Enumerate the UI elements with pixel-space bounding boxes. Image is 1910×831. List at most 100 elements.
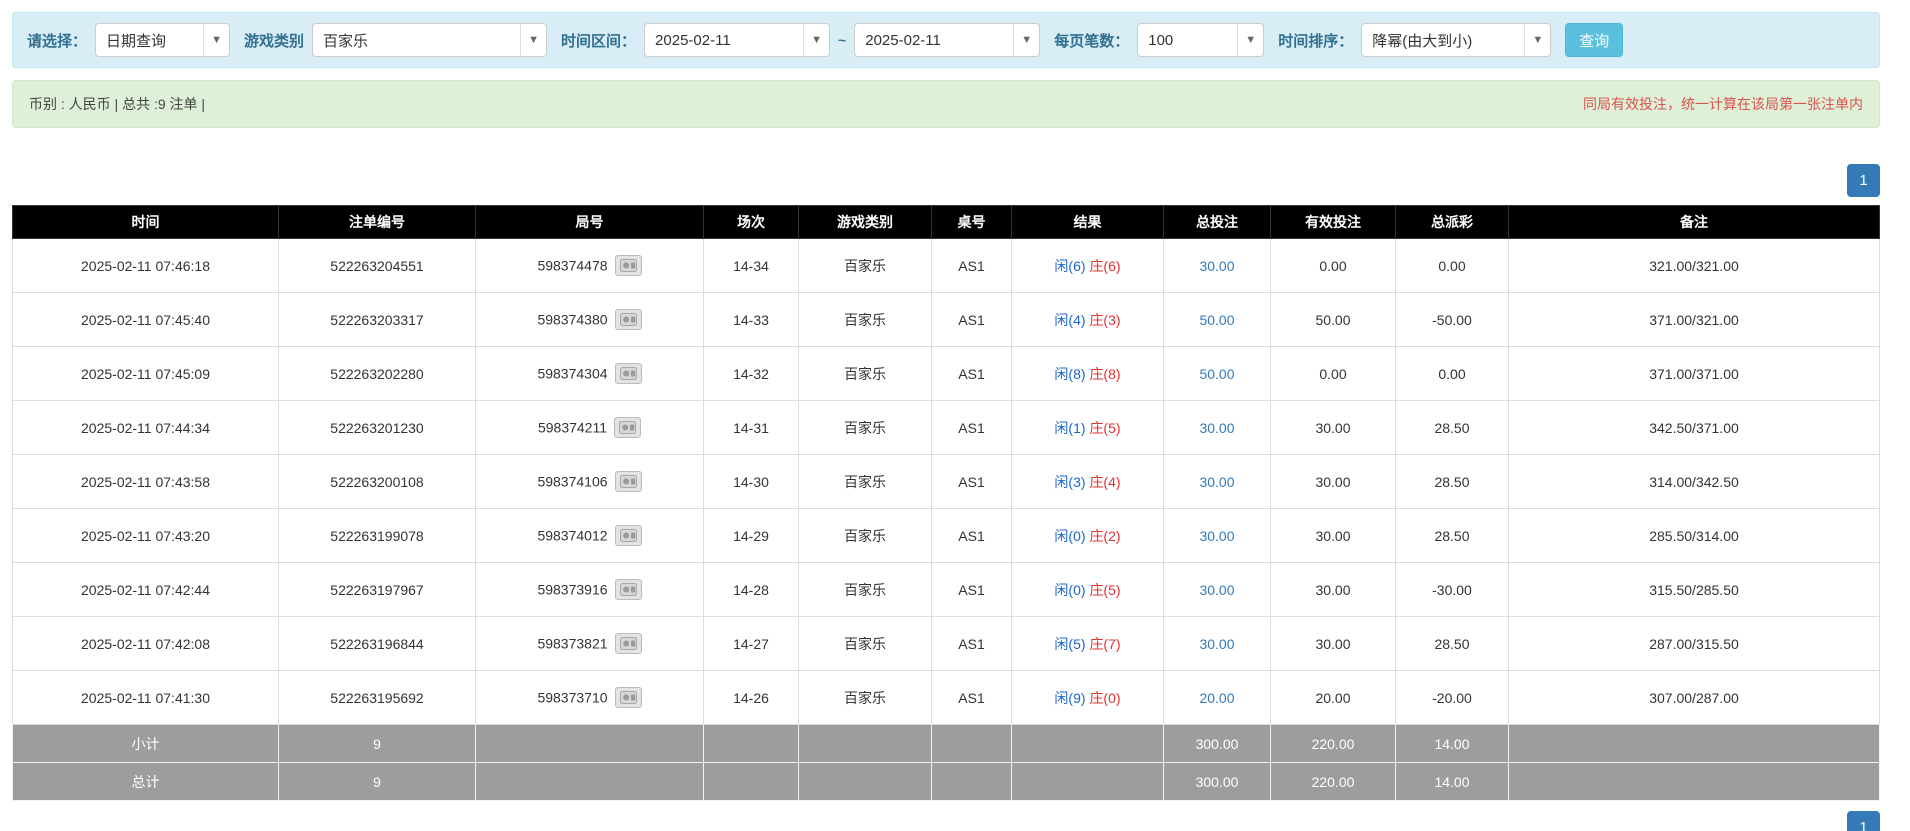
cell-result: 闲(0) 庄(2) bbox=[1011, 508, 1164, 563]
column-header: 备注 bbox=[1508, 205, 1880, 239]
cell-valid-bet: 0.00 bbox=[1270, 238, 1396, 293]
summary-total-bet: 300.00 bbox=[1163, 762, 1271, 801]
summary-empty-cell bbox=[931, 724, 1012, 763]
date-from-input[interactable]: 2025-02-11 ▼ bbox=[644, 23, 831, 57]
cell-round-id: 598374304 bbox=[475, 346, 704, 401]
time-range-group: 时间区间： 2025-02-11 ▼ ~ 2025-02-11 ▼ bbox=[561, 23, 1041, 57]
table-row: 2025-02-11 07:45:40 522263203317 598374380… bbox=[12, 292, 1880, 347]
table-body: 2025-02-11 07:46:18 522263204551 598374478… bbox=[12, 238, 1880, 801]
cell-session: 14-28 bbox=[703, 562, 799, 617]
page-size-label: 每页笔数： bbox=[1054, 32, 1130, 50]
result-banker: 庄(6) bbox=[1089, 257, 1121, 274]
video-replay-icon[interactable] bbox=[614, 525, 642, 546]
cell-session: 14-33 bbox=[703, 292, 799, 347]
game-type-select[interactable]: 百家乐 ▼ bbox=[312, 23, 548, 57]
total-bet-link[interactable]: 50.00 bbox=[1199, 366, 1234, 382]
cell-time: 2025-02-11 07:45:40 bbox=[12, 292, 279, 347]
summary-count: 9 bbox=[278, 724, 476, 763]
summary-row: 小计 9 300.00 220.00 14.00 bbox=[12, 724, 1880, 763]
cell-result: 闲(8) 庄(8) bbox=[1011, 346, 1164, 401]
summary-payout: 14.00 bbox=[1395, 762, 1509, 801]
date-range-separator: ~ bbox=[838, 32, 847, 48]
video-replay-icon[interactable] bbox=[614, 633, 642, 654]
total-bet-link[interactable]: 50.00 bbox=[1199, 312, 1234, 328]
total-bet-link[interactable]: 30.00 bbox=[1199, 474, 1234, 490]
video-replay-icon[interactable] bbox=[614, 687, 642, 708]
cell-session: 14-34 bbox=[703, 238, 799, 293]
cell-bet-id: 522263199078 bbox=[278, 508, 476, 563]
result-player: 闲(0) bbox=[1054, 581, 1086, 598]
game-type-value: 百家乐 bbox=[323, 32, 369, 50]
table-header-row: 时间 注单编号 局号 场次 游戏类别 桌号 结果 总投注 有效投注 总派彩 备注 bbox=[12, 205, 1880, 239]
cell-remark: 371.00/371.00 bbox=[1508, 346, 1880, 401]
cell-payout: -30.00 bbox=[1395, 562, 1509, 617]
cell-time: 2025-02-11 07:45:09 bbox=[12, 346, 279, 401]
cell-table-no: AS1 bbox=[931, 238, 1012, 293]
cell-table-no: AS1 bbox=[931, 508, 1012, 563]
cell-total-bet: 50.00 bbox=[1163, 346, 1271, 401]
cell-valid-bet: 30.00 bbox=[1270, 400, 1396, 455]
total-bet-link[interactable]: 30.00 bbox=[1199, 582, 1234, 598]
page-size-select[interactable]: 100 ▼ bbox=[1137, 23, 1265, 57]
cell-session: 14-29 bbox=[703, 508, 799, 563]
game-type-group: 游戏类别 百家乐 ▼ bbox=[244, 23, 548, 57]
chevron-down-icon: ▼ bbox=[203, 24, 229, 56]
notice-text: 同局有效投注，统一计算在该局第一张注单内 bbox=[1583, 96, 1863, 112]
summary-total-bet: 300.00 bbox=[1163, 724, 1271, 763]
video-replay-icon[interactable] bbox=[614, 309, 642, 330]
round-id-text: 598374478 bbox=[537, 257, 608, 274]
date-to-input[interactable]: 2025-02-11 ▼ bbox=[854, 23, 1041, 57]
cell-total-bet: 30.00 bbox=[1163, 400, 1271, 455]
summary-empty-cell bbox=[703, 762, 799, 801]
cell-valid-bet: 20.00 bbox=[1270, 670, 1396, 725]
column-header: 结果 bbox=[1011, 205, 1164, 239]
query-button[interactable]: 查询 bbox=[1565, 23, 1624, 57]
sort-order-select[interactable]: 降幂(由大到小) ▼ bbox=[1361, 23, 1552, 57]
cell-game-type: 百家乐 bbox=[798, 346, 932, 401]
cell-time: 2025-02-11 07:42:44 bbox=[12, 562, 279, 617]
summary-row: 总计 9 300.00 220.00 14.00 bbox=[12, 762, 1880, 801]
cell-result: 闲(0) 庄(5) bbox=[1011, 562, 1164, 617]
cell-valid-bet: 0.00 bbox=[1270, 346, 1396, 401]
cell-payout: 0.00 bbox=[1395, 238, 1509, 293]
result-banker: 庄(0) bbox=[1089, 689, 1121, 706]
total-bet-link[interactable]: 30.00 bbox=[1199, 420, 1234, 436]
column-header: 注单编号 bbox=[278, 205, 476, 239]
page-1-button[interactable]: 1 bbox=[1847, 811, 1880, 831]
total-bet-link[interactable]: 30.00 bbox=[1199, 258, 1234, 274]
video-replay-icon[interactable] bbox=[614, 255, 642, 276]
date-type-group: 请选择： 日期查询 ▼ bbox=[27, 23, 231, 57]
total-bet-link[interactable]: 30.00 bbox=[1199, 636, 1234, 652]
cell-total-bet: 20.00 bbox=[1163, 670, 1271, 725]
page-1-button[interactable]: 1 bbox=[1847, 164, 1880, 197]
game-type-label: 游戏类别 bbox=[244, 32, 305, 50]
video-replay-icon[interactable] bbox=[614, 579, 642, 600]
cell-payout: -50.00 bbox=[1395, 292, 1509, 347]
video-replay-icon[interactable] bbox=[614, 363, 642, 384]
table-row: 2025-02-11 07:46:18 522263204551 598374478… bbox=[12, 238, 1880, 293]
summary-label: 总计 bbox=[12, 762, 279, 801]
cell-bet-id: 522263203317 bbox=[278, 292, 476, 347]
cell-result: 闲(9) 庄(0) bbox=[1011, 670, 1164, 725]
chevron-down-icon: ▼ bbox=[1524, 24, 1550, 56]
cell-bet-id: 522263195692 bbox=[278, 670, 476, 725]
video-replay-icon[interactable] bbox=[614, 417, 642, 438]
cell-time: 2025-02-11 07:44:34 bbox=[12, 400, 279, 455]
result-banker: 庄(2) bbox=[1089, 527, 1121, 544]
total-bet-link[interactable]: 30.00 bbox=[1199, 528, 1234, 544]
result-player: 闲(1) bbox=[1054, 419, 1086, 436]
cell-payout: 28.50 bbox=[1395, 454, 1509, 509]
table-row: 2025-02-11 07:42:08 522263196844 598373821… bbox=[12, 616, 1880, 671]
cell-bet-id: 522263201230 bbox=[278, 400, 476, 455]
summary-empty-cell bbox=[1011, 724, 1164, 763]
cell-round-id: 598374012 bbox=[475, 508, 704, 563]
result-player: 闲(5) bbox=[1054, 635, 1086, 652]
result-player: 闲(9) bbox=[1054, 689, 1086, 706]
cell-session: 14-31 bbox=[703, 400, 799, 455]
cell-result: 闲(5) 庄(7) bbox=[1011, 616, 1164, 671]
video-replay-icon[interactable] bbox=[614, 471, 642, 492]
cell-game-type: 百家乐 bbox=[798, 292, 932, 347]
round-id-text: 598374380 bbox=[537, 311, 608, 328]
date-type-select[interactable]: 日期查询 ▼ bbox=[95, 23, 231, 57]
total-bet-link[interactable]: 20.00 bbox=[1199, 690, 1234, 706]
